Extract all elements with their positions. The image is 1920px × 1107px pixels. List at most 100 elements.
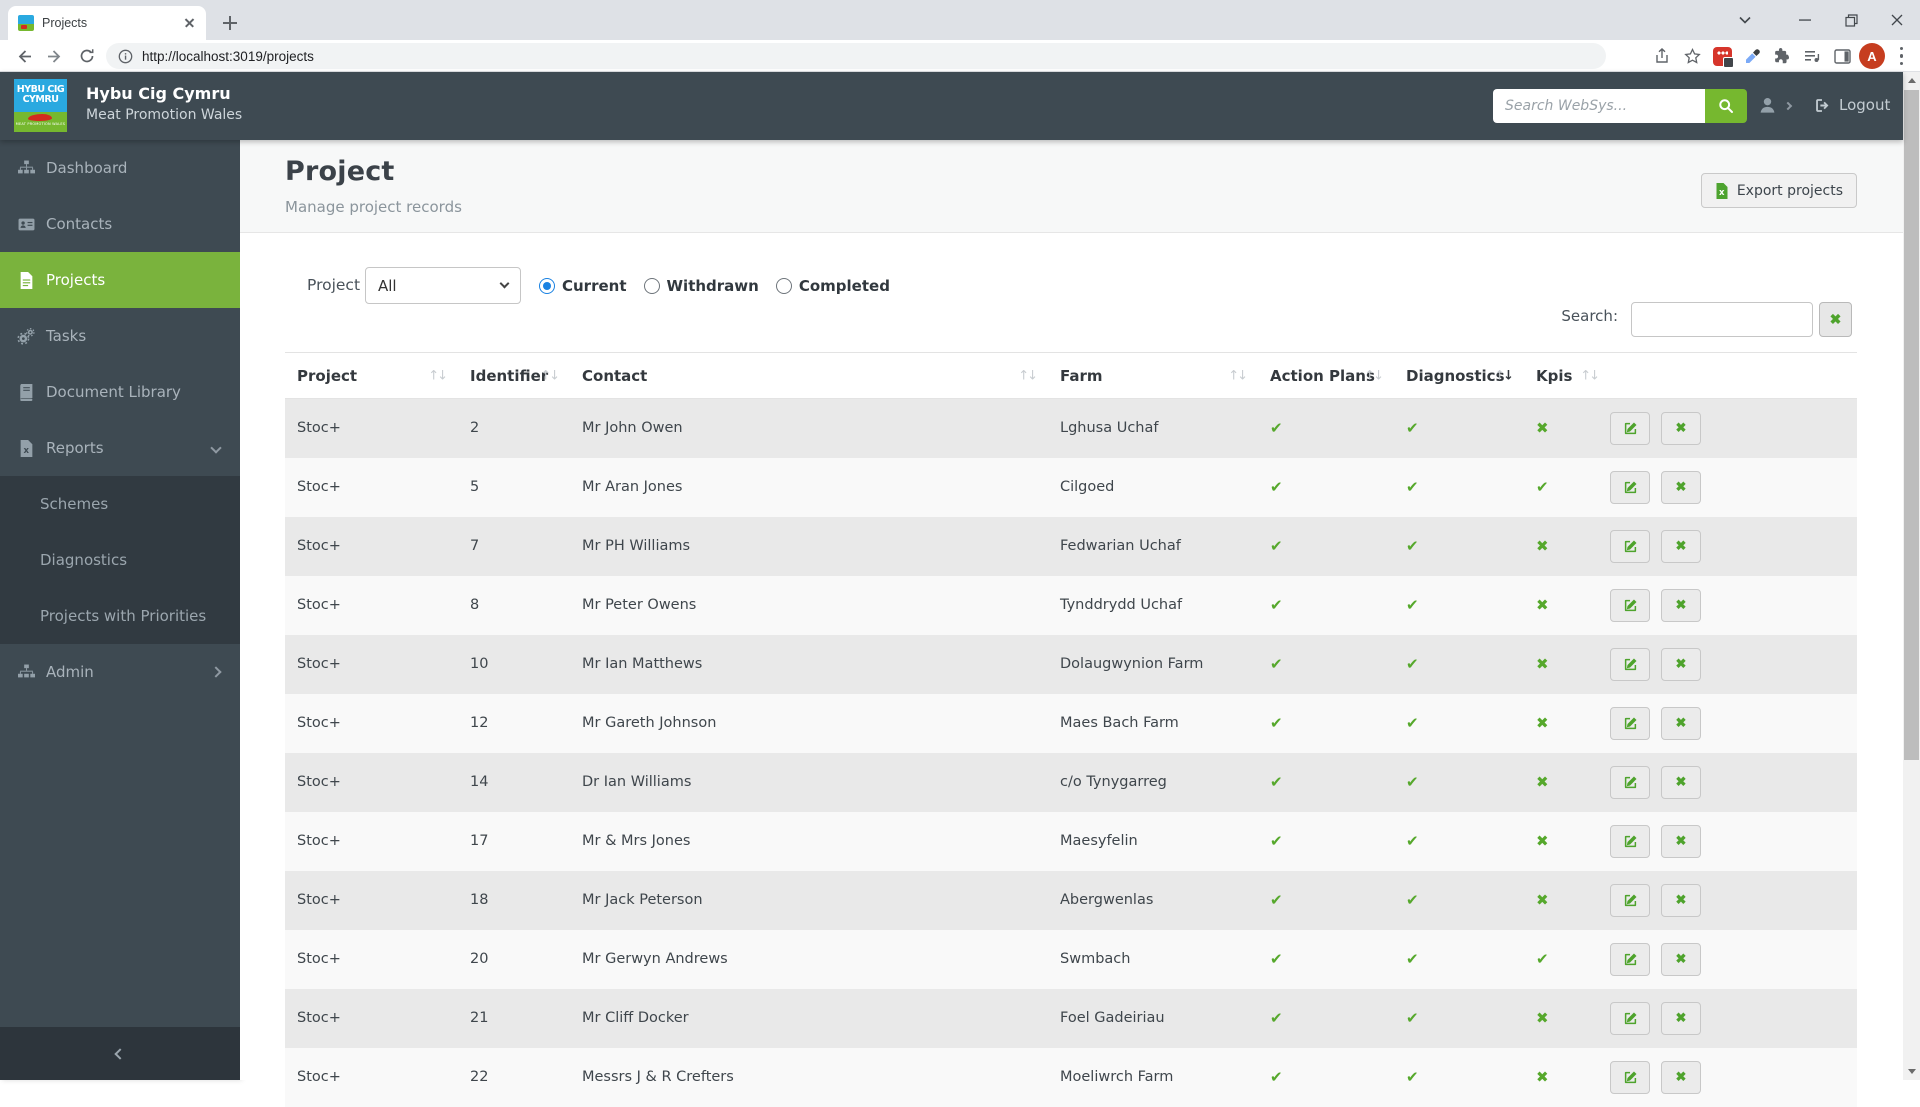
export-projects-button[interactable]: x Export projects (1701, 173, 1857, 208)
check-icon: ✔ (1270, 832, 1283, 850)
sidebar-item-schemes[interactable]: Schemes (0, 476, 240, 532)
column-header-project[interactable]: Project↑↓ (285, 353, 458, 399)
window-minimize-button[interactable] (1782, 0, 1828, 40)
delete-project-button[interactable]: ✖ (1661, 648, 1701, 681)
table-row: Stoc+18Mr Jack PetersonAbergwenlas✔✔✖✖ (285, 871, 1857, 930)
edit-project-button[interactable] (1610, 1061, 1650, 1094)
delete-project-button[interactable]: ✖ (1661, 825, 1701, 858)
global-search-button[interactable] (1705, 89, 1747, 123)
farm-cell: Tynddrydd Uchaf (1048, 576, 1258, 635)
edit-project-button[interactable] (1610, 589, 1650, 622)
column-header-diagnostics[interactable]: Diagnostics↑↓ (1394, 353, 1524, 399)
delete-project-button[interactable]: ✖ (1661, 1002, 1701, 1035)
address-bar[interactable]: http://localhost:3019/projects (106, 43, 1606, 69)
sidebar-item-projects-with-priorities[interactable]: Projects with Priorities (0, 588, 240, 644)
url-text[interactable]: http://localhost:3019/projects (142, 49, 314, 64)
sidebar-item-reports[interactable]: x Reports (0, 420, 240, 476)
contact-cell: Dr Ian Williams (570, 753, 1048, 812)
browser-menu-kebab-icon[interactable] (1887, 42, 1917, 70)
diagnostics-cell: ✔ (1394, 576, 1524, 635)
edit-project-button[interactable] (1610, 766, 1650, 799)
status-radio-completed[interactable]: Completed (776, 277, 890, 295)
reload-button[interactable] (74, 43, 100, 69)
window-restore-button[interactable] (1828, 0, 1874, 40)
tab-close-icon[interactable] (182, 15, 198, 31)
column-header-action-plans[interactable]: Action Plans↑↓ (1258, 353, 1394, 399)
check-icon: ✔ (1406, 537, 1419, 555)
sidebar-collapse-button[interactable] (0, 1027, 240, 1080)
column-header-kpis[interactable]: Kpis↑↓ (1524, 353, 1610, 399)
table-search-input[interactable] (1631, 302, 1813, 337)
main-content: Project Manage project records x Export … (240, 140, 1903, 1080)
delete-project-button[interactable]: ✖ (1661, 412, 1701, 445)
delete-project-button[interactable]: ✖ (1661, 884, 1701, 917)
global-search-input[interactable] (1493, 89, 1705, 123)
delete-project-button[interactable]: ✖ (1661, 530, 1701, 563)
book-icon (16, 384, 36, 401)
page-title: Project (285, 156, 395, 187)
scroll-down-arrow[interactable] (1903, 1063, 1920, 1080)
diagnostics-cell: ✔ (1394, 753, 1524, 812)
delete-project-button[interactable]: ✖ (1661, 943, 1701, 976)
sidebar-item-contacts[interactable]: Contacts (0, 196, 240, 252)
delete-project-button[interactable]: ✖ (1661, 589, 1701, 622)
scrollbar-thumb[interactable] (1904, 90, 1919, 760)
sidebar-item-admin[interactable]: Admin (0, 644, 240, 700)
table-row: Stoc+5Mr Aran JonesCilgoed✔✔✔✖ (285, 458, 1857, 517)
new-tab-button[interactable] (216, 9, 244, 37)
edit-project-button[interactable] (1610, 825, 1650, 858)
edit-project-button[interactable] (1610, 412, 1650, 445)
edit-project-button[interactable] (1610, 648, 1650, 681)
bookmark-star-icon[interactable] (1677, 42, 1707, 70)
edit-icon (1623, 775, 1638, 790)
edit-project-button[interactable] (1610, 884, 1650, 917)
column-header-identifier[interactable]: Identifier↑↓ (458, 353, 570, 399)
sidebar-item-projects[interactable]: Projects (0, 252, 240, 308)
hcc-logo[interactable]: HYBU CIG CYMRU MEAT PROMOTION WALES (14, 79, 67, 132)
status-radio-withdrawn[interactable]: Withdrawn (644, 277, 759, 295)
extensions-puzzle-icon[interactable] (1767, 42, 1797, 70)
tab-title: Projects (42, 16, 182, 30)
browser-tab[interactable]: Projects (8, 6, 206, 40)
farm-cell: Maesyfelin (1048, 812, 1258, 871)
scroll-up-arrow[interactable] (1903, 72, 1920, 89)
share-icon[interactable] (1647, 42, 1677, 70)
delete-project-button[interactable]: ✖ (1661, 1061, 1701, 1094)
contact-cell: Mr Gerwyn Andrews (570, 930, 1048, 989)
site-info-icon[interactable] (118, 49, 133, 64)
forward-button[interactable] (42, 43, 68, 69)
delete-project-button[interactable]: ✖ (1661, 766, 1701, 799)
column-header-contact[interactable]: Contact↑↓ (570, 353, 1048, 399)
back-button[interactable] (10, 43, 36, 69)
window-close-button[interactable] (1874, 0, 1920, 40)
column-header-farm[interactable]: Farm↑↓ (1048, 353, 1258, 399)
edit-project-button[interactable] (1610, 471, 1650, 504)
delete-project-button[interactable]: ✖ (1661, 471, 1701, 504)
extension-adblock-icon[interactable] (1707, 42, 1737, 70)
edit-project-button[interactable] (1610, 943, 1650, 976)
sidebar-item-dashboard[interactable]: Dashboard (0, 140, 240, 196)
browser-profile-avatar[interactable]: A (1857, 42, 1887, 70)
sidebar-item-diagnostics[interactable]: Diagnostics (0, 532, 240, 588)
side-panel-icon[interactable] (1827, 42, 1857, 70)
sidebar-item-tasks[interactable]: Tasks (0, 308, 240, 364)
project-filter-select[interactable]: All (365, 267, 521, 304)
actions-cell: ✖ (1610, 989, 1857, 1048)
edit-project-button[interactable] (1610, 1002, 1650, 1035)
user-menu[interactable] (1758, 96, 1791, 115)
delete-project-button[interactable]: ✖ (1661, 707, 1701, 740)
status-radio-current[interactable]: Current (539, 277, 627, 295)
edit-project-button[interactable] (1610, 707, 1650, 740)
logout-button[interactable]: Logout (1814, 96, 1890, 114)
report-file-icon: x (16, 440, 36, 457)
sidebar-item-document-library[interactable]: Document Library (0, 364, 240, 420)
clear-search-button[interactable]: ✖ (1819, 302, 1852, 337)
page-scrollbar[interactable] (1903, 72, 1920, 1080)
playlist-icon[interactable] (1797, 42, 1827, 70)
edit-project-button[interactable] (1610, 530, 1650, 563)
extension-eyedropper-icon[interactable] (1737, 42, 1767, 70)
contacts-icon (16, 216, 36, 233)
sort-icon: ↑↓ (540, 368, 558, 383)
tab-search-chevron-icon[interactable] (1722, 0, 1768, 40)
edit-icon (1623, 1070, 1638, 1085)
